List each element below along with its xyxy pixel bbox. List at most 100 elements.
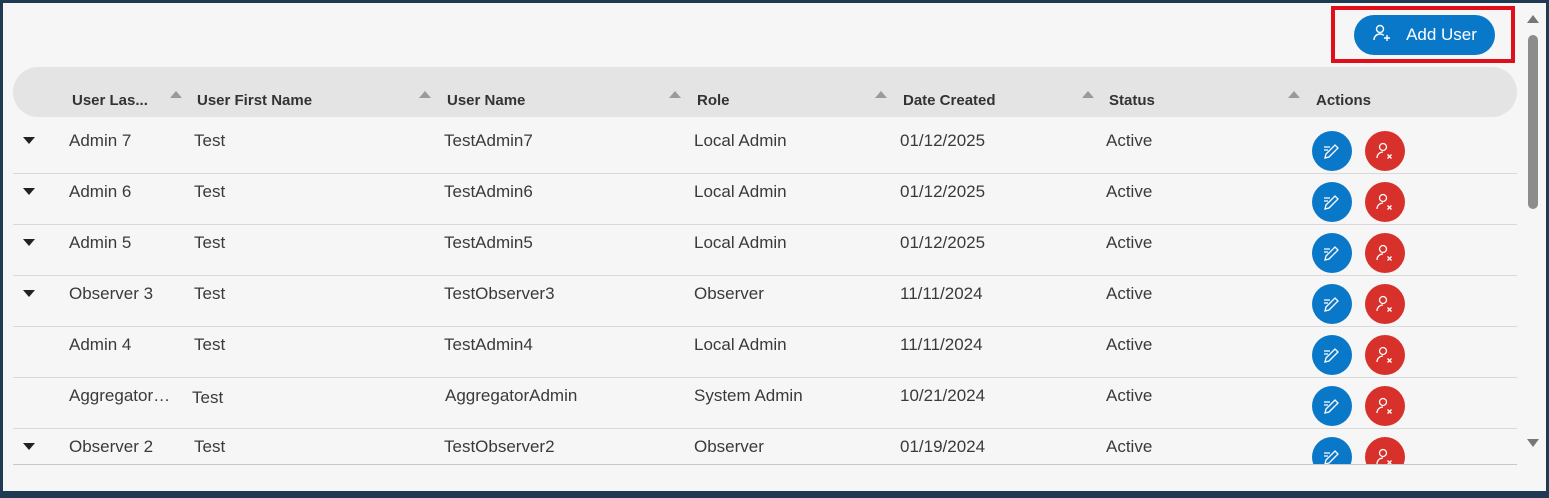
edit-icon xyxy=(1324,144,1339,159)
edit-user-button[interactable] xyxy=(1312,182,1352,222)
cell-status: Active xyxy=(1106,233,1153,252)
sort-asc-icon[interactable] xyxy=(419,91,431,98)
cell-first-name: Test xyxy=(194,437,226,456)
table-row: Admin 4 Test TestAdmin4 Local Admin 11/1… xyxy=(13,327,1517,378)
cell-date-created: 01/12/2025 xyxy=(900,182,986,201)
sort-asc-icon[interactable] xyxy=(669,91,681,98)
table-header: User Las... User First Name User Name Ro… xyxy=(13,67,1517,117)
cell-user-name: TestAdmin6 xyxy=(444,182,533,201)
remove-user-icon xyxy=(1376,397,1392,414)
edit-user-button[interactable] xyxy=(1312,386,1352,426)
edit-user-button[interactable] xyxy=(1312,284,1352,324)
remove-user-button[interactable] xyxy=(1365,386,1405,426)
cell-date-created: 01/12/2025 xyxy=(900,131,986,150)
user-management-panel: Add User User Las... User First Name Use… xyxy=(3,3,1546,491)
cell-user-name: TestObserver2 xyxy=(444,437,555,456)
cell-first-name: Test xyxy=(194,131,226,150)
remove-user-button[interactable] xyxy=(1365,335,1405,375)
edit-user-button[interactable] xyxy=(1312,437,1352,464)
sort-asc-icon[interactable] xyxy=(1082,91,1094,98)
sort-asc-icon[interactable] xyxy=(1288,91,1300,98)
cell-date-created: 11/11/2024 xyxy=(900,335,983,354)
cell-role: System Admin xyxy=(694,386,803,405)
edit-user-button[interactable] xyxy=(1312,131,1352,171)
scroll-down-icon[interactable] xyxy=(1527,439,1539,447)
chevron-down-icon[interactable] xyxy=(23,239,35,246)
scroll-up-icon[interactable] xyxy=(1527,15,1539,23)
table-row: Aggregator… Test AggregatorAdmin System … xyxy=(13,378,1517,429)
edit-icon xyxy=(1324,348,1339,363)
remove-user-icon xyxy=(1376,295,1392,312)
sort-asc-icon[interactable] xyxy=(875,91,887,98)
add-user-label: Add User xyxy=(1406,25,1477,44)
remove-user-button[interactable] xyxy=(1365,182,1405,222)
cell-first-name: Test xyxy=(194,284,226,303)
cell-role: Local Admin xyxy=(694,182,787,201)
cell-status: Active xyxy=(1106,437,1153,456)
edit-user-button[interactable] xyxy=(1312,335,1352,375)
cell-first-name: Test xyxy=(192,388,224,407)
cell-last-name: Aggregator… xyxy=(69,386,171,405)
edit-user-button[interactable] xyxy=(1312,233,1352,273)
cell-status: Active xyxy=(1106,131,1153,150)
cell-user-name: TestAdmin7 xyxy=(444,131,533,150)
cell-date-created: 01/12/2025 xyxy=(900,233,986,252)
cell-first-name: Test xyxy=(194,335,226,354)
edit-icon xyxy=(1324,195,1339,210)
chevron-down-icon[interactable] xyxy=(23,137,35,144)
remove-user-icon xyxy=(1376,142,1392,159)
column-header-date-created[interactable]: Date Created xyxy=(903,92,996,109)
column-header-first-name[interactable]: User First Name xyxy=(197,92,312,109)
cell-user-name: TestObserver3 xyxy=(444,284,555,303)
cell-last-name: Observer 3 xyxy=(69,284,154,303)
edit-icon xyxy=(1324,450,1339,464)
vertical-scrollbar[interactable] xyxy=(1518,11,1546,461)
cell-date-created: 01/19/2024 xyxy=(900,437,986,456)
table-bottom-divider xyxy=(13,464,1517,465)
column-header-user-name[interactable]: User Name xyxy=(447,92,525,109)
cell-role: Local Admin xyxy=(694,131,787,150)
users-table: User Las... User First Name User Name Ro… xyxy=(13,67,1517,465)
chevron-down-icon[interactable] xyxy=(23,443,35,450)
sort-asc-icon[interactable] xyxy=(170,91,182,98)
cell-date-created: 11/11/2024 xyxy=(900,284,983,303)
remove-user-button[interactable] xyxy=(1365,233,1405,273)
cell-first-name: Test xyxy=(194,233,226,252)
cell-role: Local Admin xyxy=(694,233,787,252)
chevron-down-icon[interactable] xyxy=(23,290,35,297)
remove-user-icon xyxy=(1376,244,1392,261)
column-header-status[interactable]: Status xyxy=(1109,92,1155,109)
cell-role: Observer xyxy=(694,284,764,303)
table-row: Observer 3 Test TestObserver3 Observer 1… xyxy=(13,276,1517,327)
cell-last-name: Admin 7 xyxy=(69,131,132,150)
cell-status: Active xyxy=(1106,335,1153,354)
remove-user-icon xyxy=(1376,193,1392,210)
column-header-actions: Actions xyxy=(1316,92,1372,109)
cell-status: Active xyxy=(1106,284,1153,303)
cell-role: Local Admin xyxy=(694,335,787,354)
scrollbar-thumb[interactable] xyxy=(1528,35,1538,209)
cell-date-created: 10/21/2024 xyxy=(900,386,986,405)
remove-user-button[interactable] xyxy=(1365,437,1405,464)
cell-last-name: Admin 5 xyxy=(69,233,132,252)
edit-icon xyxy=(1324,399,1339,414)
cell-last-name: Admin 6 xyxy=(69,182,132,201)
add-user-icon xyxy=(1372,23,1392,48)
remove-user-icon xyxy=(1376,346,1392,363)
remove-user-button[interactable] xyxy=(1365,131,1405,171)
cell-user-name: TestAdmin5 xyxy=(444,233,533,252)
table-body: Admin 7 Test TestAdmin7 Local Admin 01/1… xyxy=(13,123,1517,464)
add-user-button[interactable]: Add User xyxy=(1354,15,1495,55)
remove-user-button[interactable] xyxy=(1365,284,1405,324)
cell-status: Active xyxy=(1106,386,1153,405)
column-header-role[interactable]: Role xyxy=(697,92,730,109)
cell-first-name: Test xyxy=(194,182,226,201)
cell-last-name: Observer 2 xyxy=(69,437,154,456)
edit-icon xyxy=(1324,246,1339,261)
table-row: Admin 5 Test TestAdmin5 Local Admin 01/1… xyxy=(13,225,1517,276)
chevron-down-icon[interactable] xyxy=(23,188,35,195)
table-row: Admin 7 Test TestAdmin7 Local Admin 01/1… xyxy=(13,123,1517,174)
column-header-last-name[interactable]: User Las... xyxy=(72,92,148,109)
table-row: Admin 6 Test TestAdmin6 Local Admin 01/1… xyxy=(13,174,1517,225)
cell-user-name: AggregatorAdmin xyxy=(445,386,578,405)
